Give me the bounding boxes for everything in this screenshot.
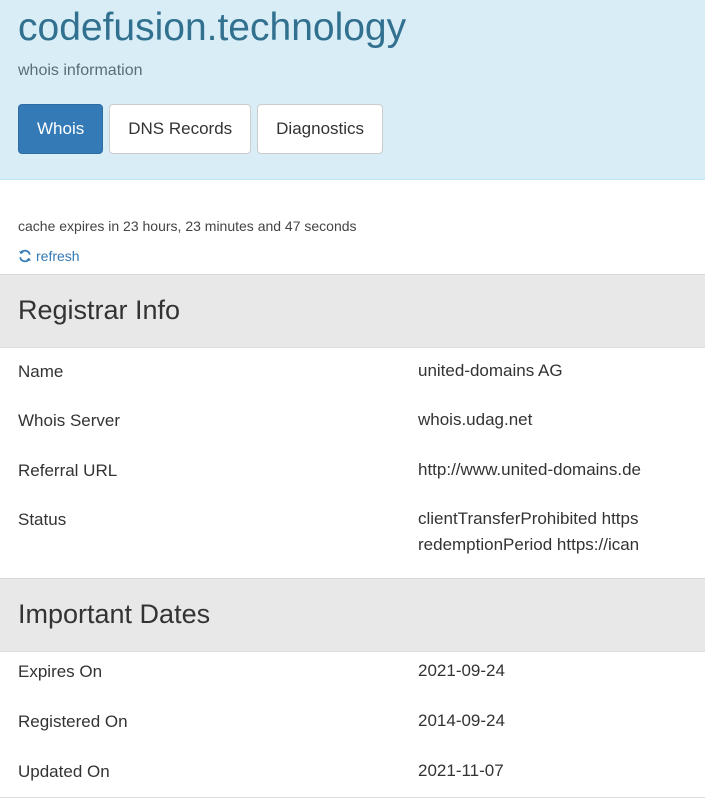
status-line-1: clientTransferProhibited https xyxy=(418,509,639,528)
domain-header: codefusion.technology whois information … xyxy=(0,0,705,180)
row-value-name: united-domains AG xyxy=(418,361,563,380)
page-title: codefusion.technology xyxy=(18,6,407,49)
row-value-status: clientTransferProhibited https redemptio… xyxy=(418,506,639,558)
tab-bar: Whois DNS Records Diagnostics xyxy=(18,104,389,154)
row-label-name: Name xyxy=(18,362,64,381)
registrar-info-header: Registrar Info xyxy=(0,274,705,348)
row-value-whois-server: whois.udag.net xyxy=(418,410,533,429)
row-label-expires-on: Expires On xyxy=(18,662,103,681)
cache-expiry-text: cache expires in 23 hours, 23 minutes an… xyxy=(18,218,357,234)
row-value-registered-on: 2014-09-24 xyxy=(418,711,505,730)
section-title: Important Dates xyxy=(18,599,211,629)
row-value-referral-url: http://www.united-domains.de xyxy=(418,460,642,479)
row-value-expires-on: 2021-09-24 xyxy=(418,661,505,680)
tab-dns-records[interactable]: DNS Records xyxy=(109,104,252,154)
row-value-updated-on: 2021-11-07 xyxy=(418,761,504,780)
refresh-icon xyxy=(19,249,31,263)
refresh-link[interactable]: refresh xyxy=(18,248,80,264)
row-label-updated-on: Updated On xyxy=(18,762,110,781)
row-label-status: Status xyxy=(18,510,67,529)
row-label-registered-on: Registered On xyxy=(18,712,128,731)
row-label-referral-url: Referral URL xyxy=(18,461,118,480)
status-line-2: redemptionPeriod https://ican xyxy=(418,535,640,554)
row-label-whois-server: Whois Server xyxy=(18,411,121,430)
tab-diagnostics[interactable]: Diagnostics xyxy=(257,104,384,154)
page-subtitle: whois information xyxy=(18,62,143,79)
divider xyxy=(0,797,705,798)
section-title: Registrar Info xyxy=(18,295,181,325)
refresh-label: refresh xyxy=(36,248,80,264)
important-dates-header: Important Dates xyxy=(0,578,705,652)
tab-whois[interactable]: Whois xyxy=(18,104,104,154)
